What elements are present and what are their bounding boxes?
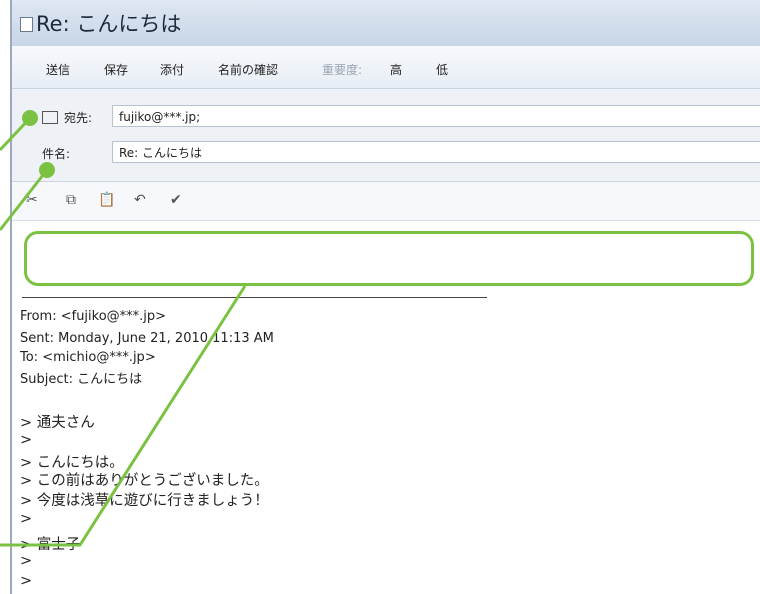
callout-line-subject: [0, 169, 49, 231]
callout-dot-subject: [39, 162, 55, 178]
callout-dot-to: [22, 110, 38, 126]
callout-lines: [0, 116, 247, 547]
callout-line-body: [0, 285, 247, 547]
